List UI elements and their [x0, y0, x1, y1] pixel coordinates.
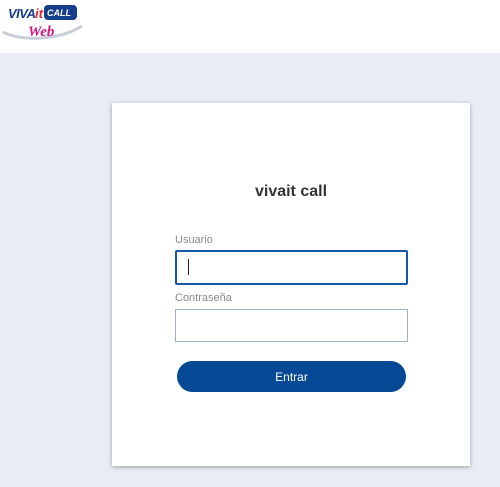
password-label: Contraseña	[175, 292, 232, 304]
logo-graphic: VIVA it CALL Web	[2, 5, 83, 40]
svg-text:VIVA: VIVA	[8, 6, 35, 21]
login-button[interactable]: Entrar	[177, 361, 406, 392]
svg-text:it: it	[35, 6, 44, 21]
vivait-call-web-logo[interactable]: VIVA it CALL Web	[0, 2, 84, 40]
page-title: vivait call	[254, 183, 328, 200]
header-bar: VIVA it CALL Web	[0, 0, 500, 53]
svg-text:Web: Web	[28, 24, 55, 40]
password-input[interactable]	[175, 309, 408, 342]
username-label: Usuario	[175, 234, 213, 246]
svg-text:CALL: CALL	[47, 8, 71, 18]
login-card: vivait call Usuario Contraseña Entrar	[112, 103, 470, 466]
username-input[interactable]	[175, 250, 408, 285]
